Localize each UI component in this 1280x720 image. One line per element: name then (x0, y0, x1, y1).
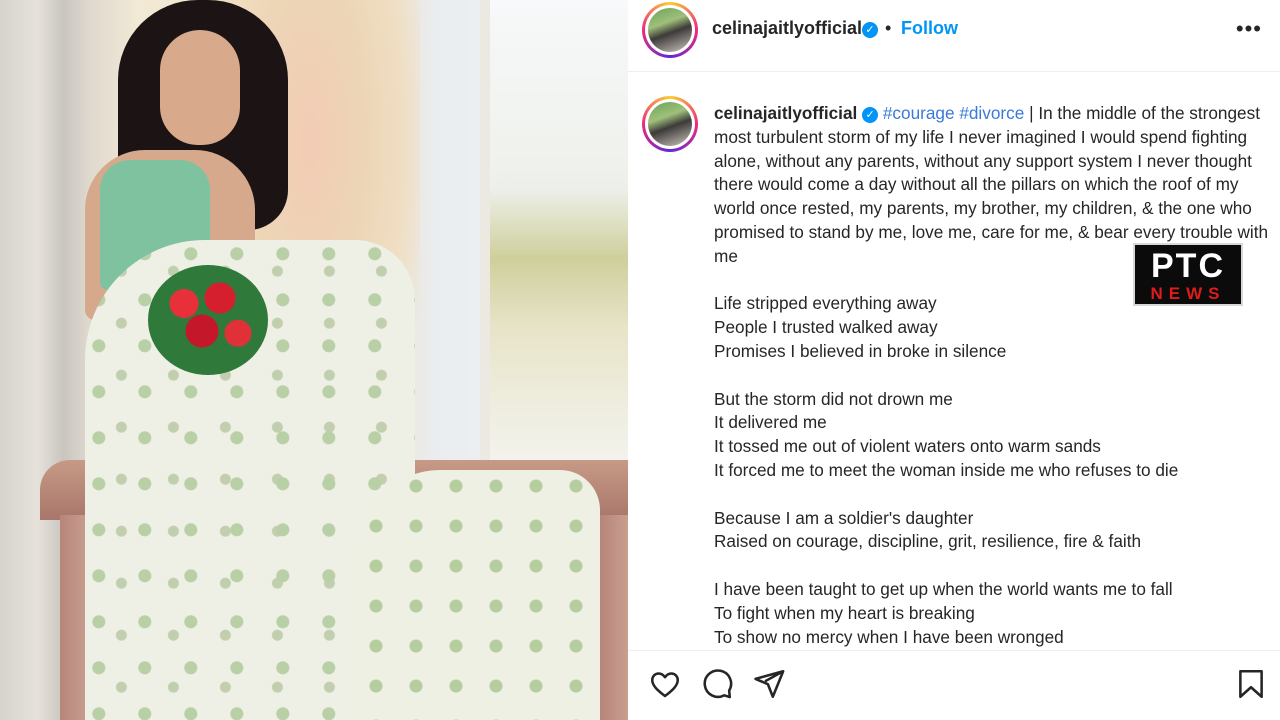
saree-drape (360, 470, 600, 720)
caption-line: To fight when my heart is breaking (714, 602, 975, 623)
caption-verified-icon: ✓ (862, 107, 879, 123)
caption-line: It tossed me out of violent waters onto … (714, 436, 1101, 457)
caption-line: Because I am a soldier's daughter (714, 507, 974, 528)
more-options-icon[interactable]: ••• (1236, 16, 1262, 42)
post-photo[interactable] (0, 0, 628, 720)
verified-icon: ✓ (862, 22, 878, 38)
caption-line: Promises I believed in broke in silence (714, 340, 1007, 361)
bookmark-icon[interactable] (1234, 667, 1268, 701)
caption-separator: | (1029, 103, 1034, 123)
avatar[interactable] (642, 2, 698, 58)
post-panel: celinajaitlyofficial ✓ • Follow ••• celi… (628, 0, 1280, 720)
ptc-news-logo: PTC NEWS (1133, 243, 1243, 306)
face (160, 30, 240, 145)
follow-button[interactable]: Follow (901, 18, 958, 39)
caption-line: It delivered me (714, 412, 827, 433)
hashtag-courage[interactable]: #courage (883, 103, 955, 123)
caption-line: I have been taught to get up when the wo… (714, 578, 1173, 599)
caption-line: It forced me to meet the woman inside me… (714, 459, 1179, 480)
window (480, 0, 628, 470)
caption-line: People I trusted walked away (714, 317, 938, 338)
action-bar (628, 650, 1280, 720)
post-username[interactable]: celinajaitlyofficial (712, 18, 862, 39)
caption-line: Raised on courage, discipline, grit, res… (714, 531, 1142, 552)
caption-line: To show no mercy when I have been wronge… (714, 626, 1064, 647)
heart-icon[interactable] (648, 667, 682, 701)
post-header: celinajaitlyofficial ✓ • Follow ••• (628, 0, 1280, 72)
caption-line: But the storm did not drown me (714, 388, 953, 409)
post-caption: celinajaitlyofficial ✓ #courage #divorce… (714, 102, 1270, 649)
separator-dot: • (885, 18, 892, 38)
comment-icon[interactable] (700, 667, 734, 701)
caption-intro: In the middle of the strongest most turb… (714, 103, 1269, 266)
red-rose-bouquet (148, 265, 268, 375)
send-icon[interactable] (752, 667, 786, 701)
caption-avatar[interactable] (642, 96, 698, 152)
caption-username[interactable]: celinajaitlyofficial (714, 103, 857, 123)
hashtag-divorce[interactable]: #divorce (959, 103, 1024, 123)
